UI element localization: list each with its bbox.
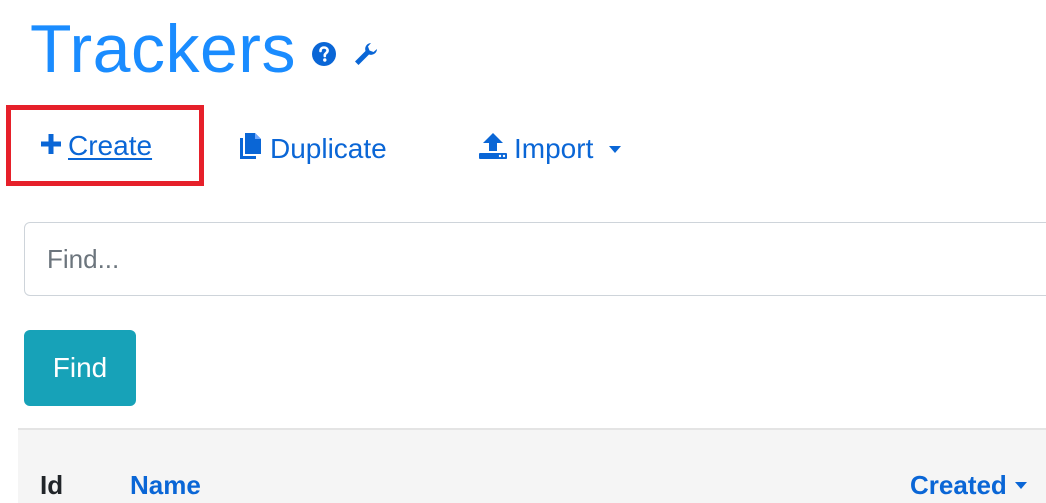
import-label: Import: [514, 132, 594, 164]
import-button[interactable]: Import: [478, 132, 622, 165]
page-title: Trackers: [30, 11, 296, 87]
duplicate-button[interactable]: Duplicate: [238, 132, 387, 165]
column-header-id: Id: [40, 470, 64, 500]
search-input[interactable]: [24, 222, 1046, 296]
create-label: Create: [68, 130, 153, 161]
question-circle-icon[interactable]: [310, 40, 338, 68]
create-button[interactable]: Create: [40, 132, 152, 160]
title-row: Trackers: [30, 10, 380, 88]
find-button[interactable]: Find: [24, 330, 136, 406]
wrench-icon[interactable]: [352, 40, 380, 68]
sort-desc-icon: [1014, 482, 1027, 489]
table-header: Id Name Created: [18, 428, 1046, 503]
copy-icon: [238, 132, 264, 165]
column-header-name[interactable]: Name: [130, 470, 201, 501]
duplicate-label: Duplicate: [270, 132, 387, 164]
plus-icon: [40, 132, 62, 160]
trackers-page: Trackers Create Duplicate Import Find...…: [0, 0, 1046, 503]
upload-icon: [478, 132, 508, 165]
column-header-created[interactable]: Created: [910, 470, 1027, 501]
chevron-down-icon: [609, 146, 622, 153]
column-header-created-label: Created: [910, 470, 1007, 500]
toolbar: Create Duplicate Import: [0, 100, 1046, 190]
